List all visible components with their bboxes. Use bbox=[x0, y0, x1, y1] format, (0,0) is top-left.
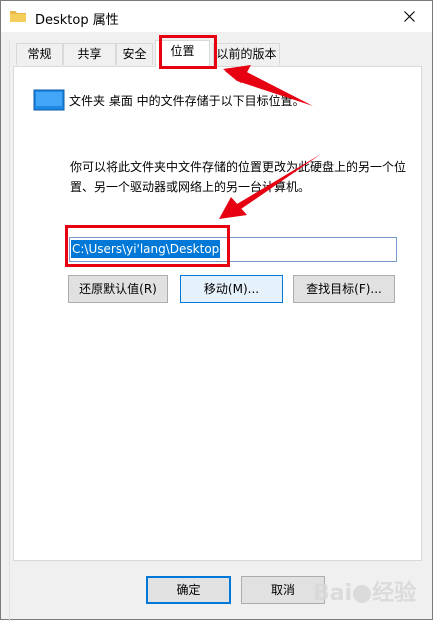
tab-label: 安全 bbox=[122, 47, 147, 61]
tab-security[interactable]: 安全 bbox=[116, 43, 153, 65]
paw-icon bbox=[353, 585, 372, 603]
current-location-text: 文件夹 桌面 中的文件存储于以下目标位置。 bbox=[69, 94, 305, 108]
find-target-button[interactable]: 查找目标(F)... bbox=[293, 275, 395, 303]
move-button[interactable]: 移动(M)... bbox=[180, 275, 283, 303]
baidu-watermark: Bai 经验 bbox=[313, 575, 416, 607]
title-bar[interactable]: Desktop 属性 bbox=[1, 1, 432, 32]
properties-dialog: Desktop 属性 常规 共享 安全 位置 以前的版本 文件夹 桌面 中的文件… bbox=[0, 0, 433, 621]
restore-default-button[interactable]: 还原默认值(R) bbox=[68, 275, 168, 303]
close-button[interactable] bbox=[386, 1, 432, 32]
location-tab-panel: 文件夹 桌面 中的文件存储于以下目标位置。 你可以将此文件夹中文件存储的位置更改… bbox=[13, 66, 422, 561]
tab-label: 位置 bbox=[170, 44, 195, 58]
tab-label: 共享 bbox=[77, 47, 102, 61]
background-window-edge bbox=[1, 41, 10, 621]
tab-general[interactable]: 常规 bbox=[16, 43, 63, 65]
watermark-text-left: Bai bbox=[313, 581, 353, 606]
tab-location[interactable]: 位置 bbox=[155, 40, 210, 67]
tab-label: 以前的版本 bbox=[216, 47, 277, 61]
tab-sharing[interactable]: 共享 bbox=[63, 43, 116, 65]
desktop-folder-icon bbox=[33, 89, 65, 111]
ok-button[interactable]: 确定 bbox=[146, 576, 231, 604]
location-description: 你可以将此文件夹中文件存储的位置更改为此硬盘上的另一个位置、另一个驱动器或网络上… bbox=[70, 160, 407, 194]
tab-previous-versions[interactable]: 以前的版本 bbox=[213, 43, 280, 65]
close-icon bbox=[403, 11, 415, 22]
folder-icon bbox=[10, 11, 26, 22]
window-title: Desktop 属性 bbox=[35, 13, 119, 28]
path-value: C:\Users\yi'lang\Desktop bbox=[71, 240, 221, 258]
watermark-text-right: 经验 bbox=[372, 581, 417, 606]
path-input[interactable]: C:\Users\yi'lang\Desktop bbox=[69, 237, 397, 262]
tab-label: 常规 bbox=[27, 47, 52, 61]
